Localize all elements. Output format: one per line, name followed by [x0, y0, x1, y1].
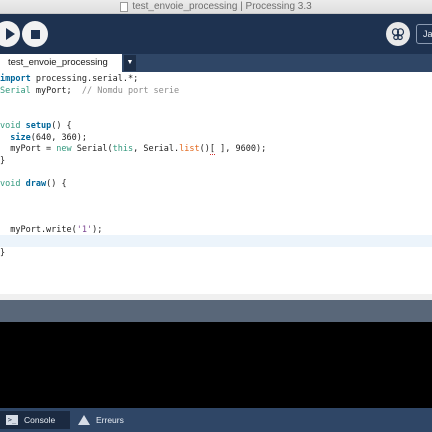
errors-tab-label: Erreurs: [96, 415, 124, 425]
code-text: (640, 360);: [30, 133, 88, 143]
keyword: this: [112, 144, 134, 154]
stop-button[interactable]: [22, 21, 48, 47]
function-name: draw: [25, 179, 47, 189]
keyword: void: [0, 121, 21, 131]
code-line: myPort.write('1');: [0, 225, 102, 236]
tab-menu-button[interactable]: ▼: [124, 55, 136, 71]
code-line: }: [0, 248, 5, 259]
code-text: myPort;: [30, 86, 82, 96]
code-text: myPort =: [0, 144, 57, 154]
console-area[interactable]: [0, 322, 432, 408]
keyword: new: [56, 144, 72, 154]
code-line: void setup() {: [0, 121, 72, 132]
code-editor[interactable]: import processing.serial.*; Serial myPor…: [0, 72, 432, 294]
mode-selector[interactable]: Ja: [416, 24, 432, 44]
code-line: import processing.serial.*;: [0, 74, 138, 85]
document-icon: [120, 1, 129, 12]
toolbar: Ja: [0, 14, 432, 54]
console-tab-label: Console: [24, 415, 56, 425]
code-comment: // Nomdu port serie: [81, 86, 180, 96]
function-name: setup: [25, 121, 52, 131]
run-button[interactable]: [0, 21, 20, 47]
errors-tab[interactable]: Erreurs: [72, 411, 137, 429]
editor-bottom-margin: [0, 294, 432, 300]
code-text: myPort.write(: [0, 225, 77, 235]
code-text: (): [199, 144, 210, 154]
type-name: Serial: [0, 86, 31, 96]
stop-icon: [30, 29, 40, 39]
sketch-tabbar: test_envoie_processing ▼: [0, 54, 432, 72]
function-call: size: [10, 133, 31, 143]
footer-tabbar: >_ Console Erreurs: [0, 408, 432, 432]
string-literal: '1': [76, 225, 93, 235]
console-icon: >_: [6, 415, 18, 425]
butterfly-icon: [391, 28, 405, 41]
warning-icon: [78, 415, 90, 425]
keyword: void: [0, 179, 21, 189]
code-text: Serial(: [71, 144, 113, 154]
current-line-highlight: [0, 235, 432, 247]
play-icon: [5, 28, 15, 40]
code-text: }: [0, 156, 6, 166]
code-text: }: [0, 248, 6, 258]
window-titlebar: test_envoie_processing | Processing 3.3: [0, 0, 432, 14]
code-text: ], 9600);: [215, 144, 267, 154]
code-line: myPort = new Serial(this, Serial.list()[…: [0, 144, 266, 155]
function-call: list: [179, 144, 200, 154]
code-text: processing.serial.*;: [30, 74, 139, 84]
console-tab[interactable]: >_ Console: [0, 411, 70, 429]
code-text: , Serial.: [133, 144, 180, 154]
code-text: () {: [46, 179, 67, 189]
status-bar: [0, 294, 432, 322]
code-line: size(640, 360);: [0, 133, 87, 144]
code-text: );: [92, 225, 103, 235]
code-line: Serial myPort; // Nomdu port serie: [0, 86, 179, 97]
window-title: test_envoie_processing | Processing 3.3: [132, 1, 312, 12]
debug-button[interactable]: [386, 22, 410, 46]
tab-test-envoie-processing[interactable]: test_envoie_processing: [0, 54, 122, 72]
code-line: }: [0, 156, 5, 167]
code-text: () {: [51, 121, 72, 131]
code-line: void draw() {: [0, 179, 67, 190]
keyword: import: [0, 74, 31, 84]
